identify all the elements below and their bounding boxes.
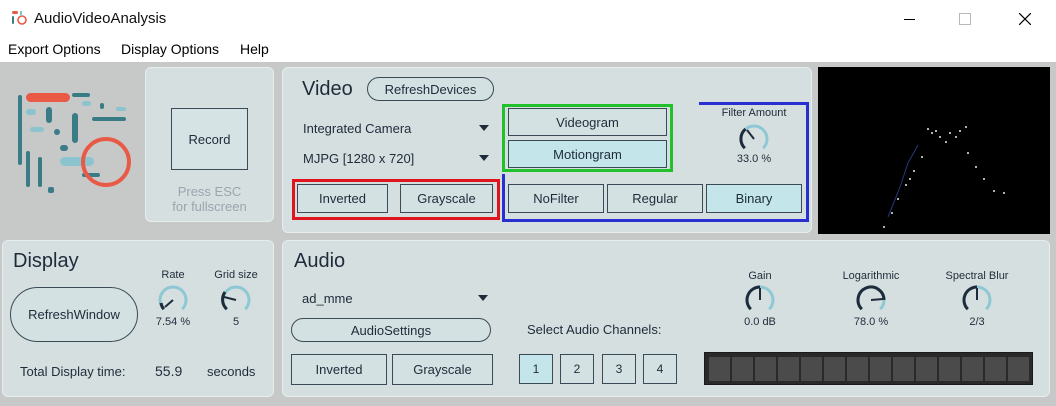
- audio-device-select-value: ad_mme: [302, 290, 353, 306]
- filter-regular-button[interactable]: Regular: [607, 184, 703, 213]
- videogram-button[interactable]: Videogram: [508, 108, 667, 136]
- channel-1-button[interactable]: 1: [519, 354, 553, 384]
- rate-knob[interactable]: [156, 283, 190, 317]
- meter-segment: [755, 357, 776, 381]
- maximize-icon: [959, 13, 971, 25]
- video-grayscale-button[interactable]: Grayscale: [400, 184, 493, 213]
- close-icon: [1019, 13, 1031, 25]
- logarithmic-knob[interactable]: [854, 283, 888, 317]
- meter-segment: [916, 357, 937, 381]
- title-bar: AudioVideoAnalysis: [0, 0, 1056, 38]
- meter-segment: [847, 357, 868, 381]
- channel-4-button[interactable]: 4: [643, 354, 677, 384]
- filter-amount-knob[interactable]: [737, 122, 771, 156]
- gain-knob[interactable]: [743, 283, 777, 317]
- filter-amount-label: Filter Amount: [721, 107, 787, 119]
- filter-binary-button[interactable]: Binary: [706, 184, 802, 213]
- fullscreen-hint-line2: for fullscreen: [172, 199, 247, 214]
- meter-segment: [893, 357, 914, 381]
- rate-value: 7.54 %: [155, 316, 191, 328]
- format-select-value: MJPG [1280 x 720]: [303, 150, 415, 166]
- grid-size-label: Grid size: [214, 269, 258, 281]
- spectral-blur-knob[interactable]: [960, 283, 994, 317]
- app-logo: [12, 87, 134, 209]
- meter-segment: [870, 357, 891, 381]
- meter-segment: [939, 357, 960, 381]
- refresh-window-button[interactable]: RefreshWindow: [10, 287, 138, 342]
- menu-help[interactable]: Help: [240, 41, 269, 57]
- audio-level-meter: [704, 352, 1033, 385]
- fullscreen-hint: Press ESC for fullscreen: [145, 184, 274, 214]
- format-select[interactable]: MJPG [1280 x 720]: [303, 148, 489, 168]
- spectral-blur-label: Spectral Blur: [945, 270, 1009, 282]
- grid-size-value: 5: [232, 316, 240, 328]
- filter-amount-value: 33.0 %: [736, 153, 772, 165]
- meter-segment: [709, 357, 730, 381]
- rate-label: Rate: [161, 269, 185, 281]
- logarithmic-label: Logarithmic: [842, 270, 900, 282]
- filter-nofilter-button[interactable]: NoFilter: [508, 184, 604, 213]
- video-preview: [818, 67, 1050, 234]
- audio-title: Audio: [294, 250, 346, 272]
- meter-segment: [824, 357, 845, 381]
- channel-2-button[interactable]: 2: [560, 354, 594, 384]
- video-inverted-button[interactable]: Inverted: [297, 184, 388, 213]
- total-display-time-label: Total Display time:: [20, 364, 126, 379]
- display-title: Display: [13, 250, 79, 272]
- spectral-blur-value: 2/3: [969, 316, 985, 328]
- camera-select-value: Integrated Camera: [303, 120, 412, 136]
- close-button[interactable]: [1002, 0, 1048, 38]
- meter-segment: [962, 357, 983, 381]
- minimize-icon: [903, 18, 915, 20]
- gain-value: 0.0 dB: [744, 316, 776, 328]
- camera-select[interactable]: Integrated Camera: [303, 118, 489, 138]
- meter-segment: [801, 357, 822, 381]
- chevron-down-icon: [479, 125, 489, 131]
- meter-segment: [985, 357, 1006, 381]
- meter-segment: [1008, 357, 1029, 381]
- grid-size-knob[interactable]: [219, 283, 253, 317]
- video-title: Video: [302, 78, 353, 100]
- record-button[interactable]: Record: [171, 108, 248, 170]
- app-body: Record Press ESC for fullscreen Video Re…: [0, 62, 1056, 406]
- audio-settings-button[interactable]: AudioSettings: [291, 318, 491, 342]
- total-display-time-value: 55.9: [155, 363, 183, 379]
- chevron-down-icon: [479, 155, 489, 161]
- menu-display-options[interactable]: Display Options: [121, 41, 219, 57]
- logarithmic-value: 78.0 %: [853, 316, 889, 328]
- audio-device-select[interactable]: ad_mme: [302, 288, 488, 308]
- menu-bar: Export Options Display Options Help: [0, 38, 1056, 62]
- motiongram-button[interactable]: Motiongram: [508, 140, 667, 168]
- meter-segment: [778, 357, 799, 381]
- window-title: AudioVideoAnalysis: [34, 10, 167, 27]
- total-display-time-unit: seconds: [207, 364, 256, 379]
- menu-export-options[interactable]: Export Options: [8, 41, 101, 57]
- chevron-down-icon: [478, 295, 488, 301]
- gain-label: Gain: [748, 270, 772, 282]
- channel-3-button[interactable]: 3: [602, 354, 636, 384]
- meter-segment: [732, 357, 753, 381]
- minimize-button[interactable]: [886, 0, 932, 38]
- maximize-button[interactable]: [942, 0, 988, 38]
- audio-grayscale-button[interactable]: Grayscale: [392, 354, 493, 385]
- app-icon: [10, 9, 28, 27]
- select-audio-channels-label: Select Audio Channels:: [527, 322, 662, 337]
- fullscreen-hint-line1: Press ESC: [177, 184, 242, 199]
- refresh-devices-button[interactable]: RefreshDevices: [367, 77, 494, 101]
- audio-inverted-button[interactable]: Inverted: [291, 354, 387, 385]
